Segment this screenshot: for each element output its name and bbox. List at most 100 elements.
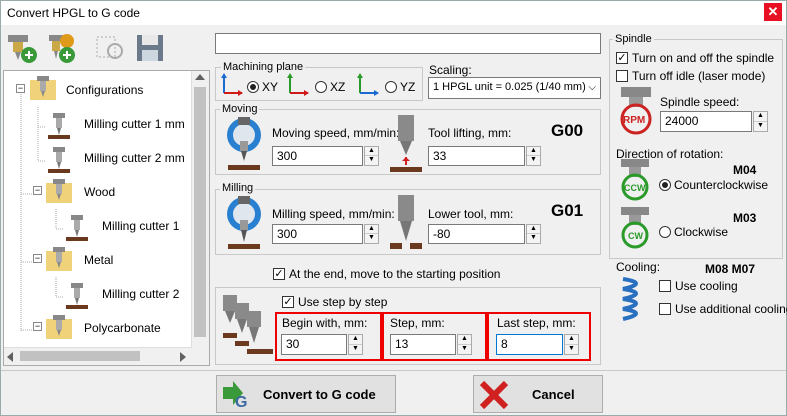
cancel-button[interactable]: Cancel: [473, 375, 603, 413]
milling-cutter-icon: [48, 147, 70, 173]
rpm-text: RPM: [623, 115, 645, 126]
config-tree[interactable]: − Configurations Milling cutter 1 mm Mil…: [3, 70, 210, 366]
spin-down-icon[interactable]: ▼: [565, 345, 578, 355]
step-by-step-icon: [223, 295, 273, 354]
spin-down-icon[interactable]: ▼: [458, 345, 471, 355]
footer-divider: [1, 370, 786, 371]
step-spinner[interactable]: ▲ ▼: [457, 334, 472, 355]
use-cooling-checkbox[interactable]: [659, 280, 671, 292]
tree-item-wood[interactable]: Wood: [84, 185, 115, 199]
spin-up-icon[interactable]: ▲: [565, 335, 578, 345]
chevron-down-icon: ⌵: [588, 82, 596, 93]
milling-group-label: Milling: [220, 182, 256, 194]
expander-configurations[interactable]: −: [16, 84, 25, 93]
turn-on-off-spindle-checkbox[interactable]: ✓: [616, 52, 628, 64]
last-step-spinner[interactable]: ▲ ▼: [564, 334, 579, 355]
cw-radio[interactable]: [659, 226, 671, 238]
tree-horizontal-scrollbar[interactable]: [4, 347, 192, 365]
add-config-button[interactable]: [5, 31, 39, 65]
tool-lifting-input[interactable]: 33: [428, 146, 525, 166]
milling-speed-spinner[interactable]: ▲ ▼: [364, 224, 379, 244]
tree-item-configurations[interactable]: Configurations: [66, 83, 143, 97]
config-name-input[interactable]: [215, 33, 601, 54]
add-tool-button[interactable]: [43, 31, 77, 65]
spin-up-icon[interactable]: ▲: [527, 225, 540, 234]
moving-speed-label: Moving speed, mm/min:: [272, 126, 400, 140]
plane-yz-label: YZ: [400, 80, 416, 94]
spin-up-icon[interactable]: ▲: [527, 147, 540, 156]
machining-plane-label: Machining plane: [221, 61, 306, 73]
use-additional-cooling-checkbox[interactable]: [659, 303, 671, 315]
spin-down-icon[interactable]: ▼: [365, 156, 378, 165]
spin-down-icon[interactable]: ▼: [365, 234, 378, 243]
close-button[interactable]: ✕: [764, 3, 782, 21]
scroll-left-icon[interactable]: [7, 352, 13, 362]
spindle-speed-spinner[interactable]: ▲ ▼: [753, 111, 768, 132]
tree-item-wood-milling-cutter-1[interactable]: Milling cutter 1: [102, 219, 179, 233]
spin-down-icon[interactable]: ▼: [349, 345, 362, 355]
cooling-label: Cooling:: [616, 260, 661, 274]
moving-speed-spinner[interactable]: ▲ ▼: [364, 146, 379, 166]
tree-item-metal-milling-cutter-2[interactable]: Milling cutter 2: [102, 287, 179, 301]
polycarbonate-folder-icon: [46, 315, 72, 339]
milling-spindle-icon: [227, 196, 261, 249]
copy-button[interactable]: [93, 31, 127, 65]
tree-vertical-scrollbar[interactable]: [191, 71, 209, 365]
return-start-checkbox[interactable]: ✓: [273, 268, 285, 280]
lower-tool-spinner[interactable]: ▲ ▼: [526, 224, 541, 244]
convert-gcode-icon: G: [223, 381, 247, 411]
turn-off-idle-checkbox[interactable]: [616, 70, 628, 82]
cancel-label: Cancel: [532, 387, 575, 402]
checkmark-icon: ✓: [274, 268, 284, 280]
tool-lifting-spinner[interactable]: ▲ ▼: [526, 146, 541, 166]
expander-metal[interactable]: −: [33, 254, 42, 263]
tree-item-polycarbonate[interactable]: Polycarbonate: [84, 321, 161, 335]
moving-speed-input[interactable]: 300: [272, 146, 363, 166]
begin-with-input[interactable]: 30: [281, 334, 347, 355]
expander-polycarbonate[interactable]: −: [33, 322, 42, 331]
spin-up-icon[interactable]: ▲: [349, 335, 362, 345]
close-icon: ✕: [767, 4, 779, 19]
scroll-right-icon[interactable]: [180, 352, 186, 362]
milling-speed-input[interactable]: 300: [272, 224, 363, 244]
last-step-input[interactable]: 8: [496, 334, 563, 355]
cooling-icon: [622, 277, 638, 321]
scaling-label: Scaling:: [429, 63, 472, 77]
plane-yz-radio[interactable]: [385, 81, 397, 93]
lower-tool-label: Lower tool, mm:: [428, 207, 514, 221]
expander-wood[interactable]: −: [33, 186, 42, 195]
copy-icon: [96, 36, 123, 59]
tree-hscroll-thumb[interactable]: [20, 351, 140, 361]
convert-label: Convert to G code: [263, 387, 376, 402]
milling-cutter-icon: [66, 283, 88, 309]
spin-up-icon[interactable]: ▲: [365, 147, 378, 156]
tree-item-metal[interactable]: Metal: [84, 253, 113, 267]
yz-axes-icon: [357, 73, 379, 96]
spin-down-icon[interactable]: ▼: [527, 234, 540, 243]
ccw-icon-text: CCW: [624, 183, 646, 193]
tree-item-milling-cutter-2mm[interactable]: Milling cutter 2 mm: [84, 151, 185, 165]
add-config-icon: [8, 35, 37, 63]
scroll-up-icon[interactable]: [195, 74, 205, 80]
spin-up-icon[interactable]: ▲: [458, 335, 471, 345]
save-button[interactable]: [133, 31, 167, 65]
scaling-select[interactable]: 1 HPGL unit = 0.025 (1/40 mm) ⌵: [428, 77, 601, 99]
spindle-speed-input[interactable]: 24000: [660, 111, 752, 132]
tree-item-milling-cutter-1mm[interactable]: Milling cutter 1 mm: [84, 117, 185, 131]
tree-vscroll-thumb[interactable]: [194, 87, 206, 337]
moving-group-label: Moving: [220, 103, 260, 115]
plane-xz-radio[interactable]: [315, 81, 327, 93]
spin-up-icon[interactable]: ▲: [754, 112, 767, 122]
lower-tool-input[interactable]: -80: [428, 224, 525, 244]
plane-xy-radio[interactable]: [247, 81, 259, 93]
spin-down-icon[interactable]: ▼: [527, 156, 540, 165]
step-input[interactable]: 13: [390, 334, 456, 355]
spin-down-icon[interactable]: ▼: [754, 122, 767, 132]
ccw-radio[interactable]: [659, 179, 671, 191]
checkmark-icon: ✓: [283, 296, 293, 308]
config-folder-icon: [30, 76, 56, 100]
begin-with-spinner[interactable]: ▲ ▼: [348, 334, 363, 355]
convert-button[interactable]: G Convert to G code: [216, 375, 396, 413]
spin-up-icon[interactable]: ▲: [365, 225, 378, 234]
use-step-checkbox[interactable]: ✓: [282, 296, 294, 308]
